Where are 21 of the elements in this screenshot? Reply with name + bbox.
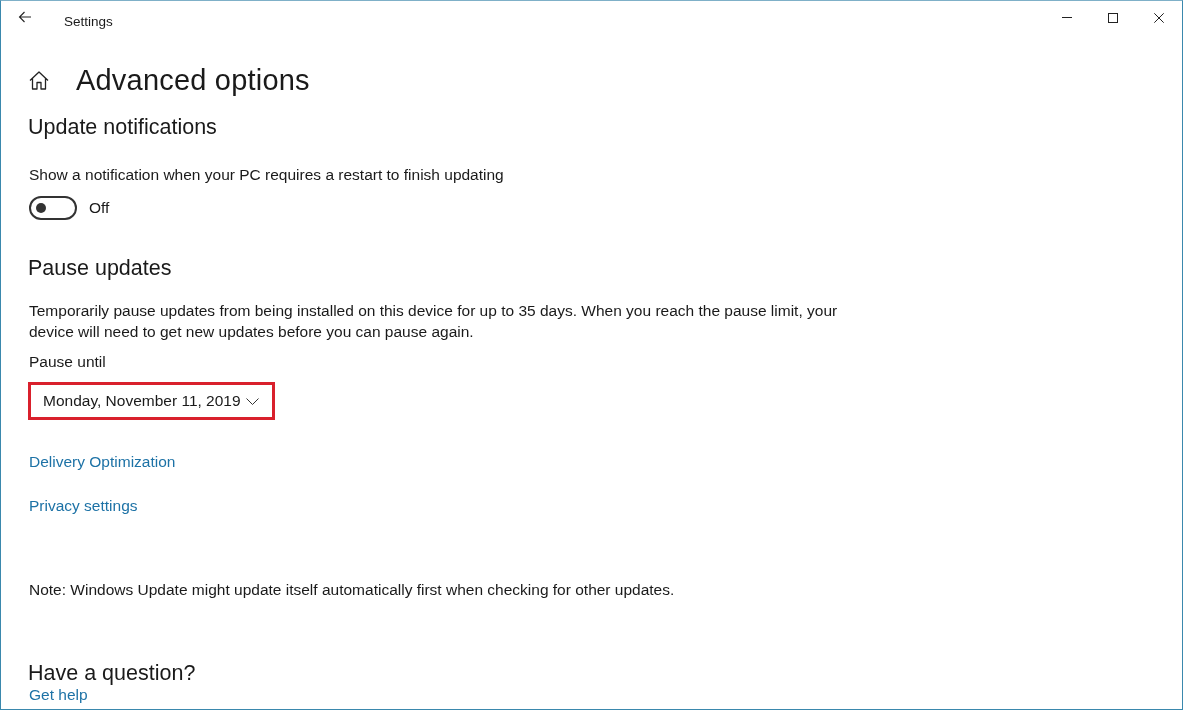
maximize-icon <box>1108 12 1118 23</box>
chevron-down-icon <box>246 397 259 405</box>
home-icon[interactable] <box>29 70 49 90</box>
page-title: Advanced options <box>76 63 310 98</box>
field-label: Pause until <box>29 352 106 372</box>
note-text: Note: Windows Update might update itself automatically first when checking for other updates. <box>29 580 675 600</box>
section-heading: Pause updates <box>28 255 172 282</box>
help-link[interactable]: Get help <box>29 686 88 704</box>
section-heading: Have a question? <box>28 660 196 686</box>
section-heading: Update notifications <box>28 114 217 141</box>
setting-label: Show a notification when your PC requires a restart to finish updating <box>29 165 504 185</box>
minimize-icon <box>1062 17 1072 18</box>
toggle-switch[interactable] <box>29 196 77 220</box>
toggle-state-label: Off <box>89 198 110 218</box>
back-arrow-icon <box>18 11 32 23</box>
description-text: Temporarily pause updates from being installed on this device for up to 35 days. When you reach the pause limit, your device will need to get new updates before you can pause again. <box>29 301 839 342</box>
close-icon <box>1154 12 1164 23</box>
date-dropdown[interactable]: Monday, November 11, 2019 <box>28 382 275 420</box>
settings-link[interactable]: Privacy settings <box>29 496 138 516</box>
settings-link[interactable]: Delivery Optimization <box>29 452 176 472</box>
window-title: Settings <box>64 13 113 30</box>
